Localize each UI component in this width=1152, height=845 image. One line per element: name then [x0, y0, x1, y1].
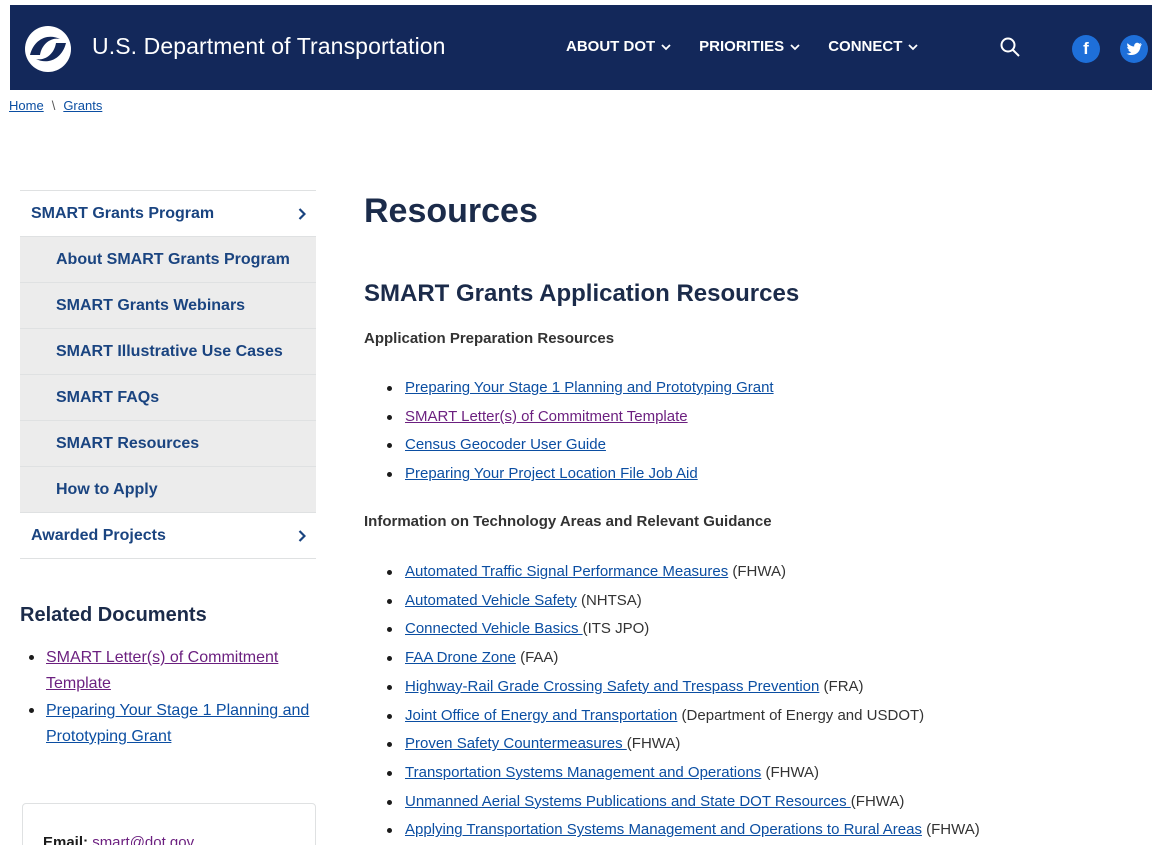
list-item: Joint Office of Energy and Transportatio…: [387, 702, 980, 731]
resource-link[interactable]: FAA Drone Zone: [405, 649, 516, 666]
resource-link[interactable]: Unmanned Aerial Systems Publications and…: [405, 793, 851, 810]
search-icon[interactable]: [998, 35, 1022, 59]
sidebar-item-faqs[interactable]: SMART FAQs: [20, 375, 316, 421]
breadcrumb-grants[interactable]: Grants: [63, 98, 102, 113]
related-doc-link[interactable]: Preparing Your Stage 1 Planning and Prot…: [46, 702, 309, 745]
resource-link[interactable]: Automated Vehicle Safety: [405, 592, 577, 609]
agency-label: (FHWA): [761, 763, 820, 781]
list-item: Connected Vehicle Basics (ITS JPO): [387, 615, 980, 644]
chevron-down-icon: [908, 43, 918, 50]
list-item: Unmanned Aerial Systems Publications and…: [387, 788, 980, 817]
sidebar-item-label: About SMART Grants Program: [56, 250, 290, 268]
list-item: Applying Transportation Systems Manageme…: [387, 816, 980, 845]
breadcrumb-separator: \: [51, 98, 56, 113]
contact-email-link[interactable]: smart@dot.gov: [92, 834, 194, 845]
sidebar-item-label: SMART FAQs: [56, 388, 160, 406]
sidebar-item-label: SMART Resources: [56, 434, 200, 452]
nav-priorities-label: PRIORITIES: [699, 38, 785, 55]
tech-areas-heading: Information on Technology Areas and Rele…: [364, 513, 772, 530]
dot-logo-icon[interactable]: [24, 25, 72, 73]
twitter-icon[interactable]: [1120, 35, 1148, 63]
sidebar-item-webinars[interactable]: SMART Grants Webinars: [20, 283, 316, 329]
side-navigation: SMART Grants Program About SMART Grants …: [20, 190, 316, 559]
sidebar-item-smart-grants-program[interactable]: SMART Grants Program: [20, 191, 316, 237]
related-doc-link[interactable]: SMART Letter(s) of Commitment Template: [46, 649, 278, 692]
nav-about-dot[interactable]: ABOUT DOT: [566, 38, 671, 55]
list-item: FAA Drone Zone (FAA): [387, 644, 980, 673]
list-item: Automated Vehicle Safety (NHTSA): [387, 587, 980, 616]
list-item: Preparing Your Stage 1 Planning and Prot…: [29, 698, 321, 750]
resource-link[interactable]: Applying Transportation Systems Manageme…: [405, 821, 922, 838]
section-title: SMART Grants Application Resources: [364, 280, 800, 307]
list-item: Automated Traffic Signal Performance Mea…: [387, 558, 980, 587]
nav-connect-label: CONNECT: [828, 38, 903, 55]
list-item: Highway-Rail Grade Crossing Safety and T…: [387, 673, 980, 702]
nav-priorities[interactable]: PRIORITIES: [699, 38, 800, 55]
agency-label: (FHWA): [626, 735, 681, 753]
resource-link[interactable]: Preparing Your Stage 1 Planning and Prot…: [405, 379, 774, 396]
facebook-icon[interactable]: f: [1072, 35, 1100, 63]
prep-resources-heading: Application Preparation Resources: [364, 330, 615, 347]
sidebar-item-label: Awarded Projects: [31, 526, 166, 544]
agency-label: (FHWA): [921, 821, 980, 839]
contact-email-line: Email: smart@dot.gov: [43, 834, 194, 845]
resource-link[interactable]: Highway-Rail Grade Crossing Safety and T…: [405, 678, 819, 695]
prep-resources-list: Preparing Your Stage 1 Planning and Prot…: [387, 374, 774, 489]
sidebar-item-label: SMART Grants Webinars: [56, 296, 246, 314]
resource-link[interactable]: Transportation Systems Management and Op…: [405, 764, 761, 781]
chevron-down-icon: [661, 43, 671, 50]
agency-label: (FRA): [819, 677, 864, 695]
resource-link[interactable]: Joint Office of Energy and Transportatio…: [405, 707, 677, 724]
list-item: Preparing Your Project Location File Job…: [387, 460, 774, 489]
tech-areas-list: Automated Traffic Signal Performance Mea…: [387, 558, 980, 845]
nav-connect[interactable]: CONNECT: [828, 38, 918, 55]
nav-about-label: ABOUT DOT: [566, 38, 656, 55]
chevron-down-icon: [790, 43, 800, 50]
resource-link[interactable]: SMART Letter(s) of Commitment Template: [405, 408, 688, 425]
page-title: Resources: [364, 192, 538, 230]
agency-label: (ITS JPO): [582, 620, 650, 638]
resource-link[interactable]: Census Geocoder User Guide: [405, 436, 606, 453]
sidebar-item-label: SMART Illustrative Use Cases: [56, 342, 283, 360]
agency-label: (NHTSA): [576, 591, 642, 609]
breadcrumb: Home \ Grants: [9, 98, 102, 113]
resource-link[interactable]: Connected Vehicle Basics: [405, 620, 583, 637]
chevron-right-icon: [298, 207, 306, 220]
list-item: Census Geocoder User Guide: [387, 431, 774, 460]
sidebar-item-label: How to Apply: [56, 480, 158, 498]
twitter-bird-icon: [1126, 42, 1142, 56]
list-item: SMART Letter(s) of Commitment Template: [387, 403, 774, 432]
list-item: SMART Letter(s) of Commitment Template: [29, 645, 321, 697]
agency-label: (FHWA): [728, 563, 786, 580]
sidebar-item-how-to-apply[interactable]: How to Apply: [20, 467, 316, 513]
main-nav: ABOUT DOT PRIORITIES CONNECT: [566, 38, 946, 55]
agency-label: (Department of Energy and USDOT): [677, 706, 925, 724]
list-item: Preparing Your Stage 1 Planning and Prot…: [387, 374, 774, 403]
contact-box: Email: smart@dot.gov: [22, 803, 316, 845]
sidebar-item-about-smart[interactable]: About SMART Grants Program: [20, 237, 316, 283]
list-item: Proven Safety Countermeasures (FHWA): [387, 730, 980, 759]
chevron-right-icon: [298, 529, 306, 542]
breadcrumb-home[interactable]: Home: [9, 98, 44, 113]
sidebar-item-awarded-projects[interactable]: Awarded Projects: [20, 513, 316, 559]
resource-link[interactable]: Automated Traffic Signal Performance Mea…: [405, 563, 728, 580]
sidebar-item-resources[interactable]: SMART Resources: [20, 421, 316, 467]
list-item: Transportation Systems Management and Op…: [387, 759, 980, 788]
contact-email-label: Email:: [43, 834, 89, 845]
site-header: U.S. Department of Transportation ABOUT …: [10, 5, 1152, 90]
site-name[interactable]: U.S. Department of Transportation: [92, 33, 446, 60]
agency-label: (FHWA): [850, 792, 905, 810]
related-documents-list: SMART Letter(s) of Commitment Template P…: [29, 645, 321, 751]
resource-link[interactable]: Preparing Your Project Location File Job…: [405, 465, 698, 482]
related-documents-heading: Related Documents: [20, 604, 207, 626]
sidebar-item-use-cases[interactable]: SMART Illustrative Use Cases: [20, 329, 316, 375]
agency-label: (FAA): [515, 649, 559, 667]
sidebar-item-label: SMART Grants Program: [31, 204, 215, 222]
resource-link[interactable]: Proven Safety Countermeasures: [405, 735, 627, 752]
